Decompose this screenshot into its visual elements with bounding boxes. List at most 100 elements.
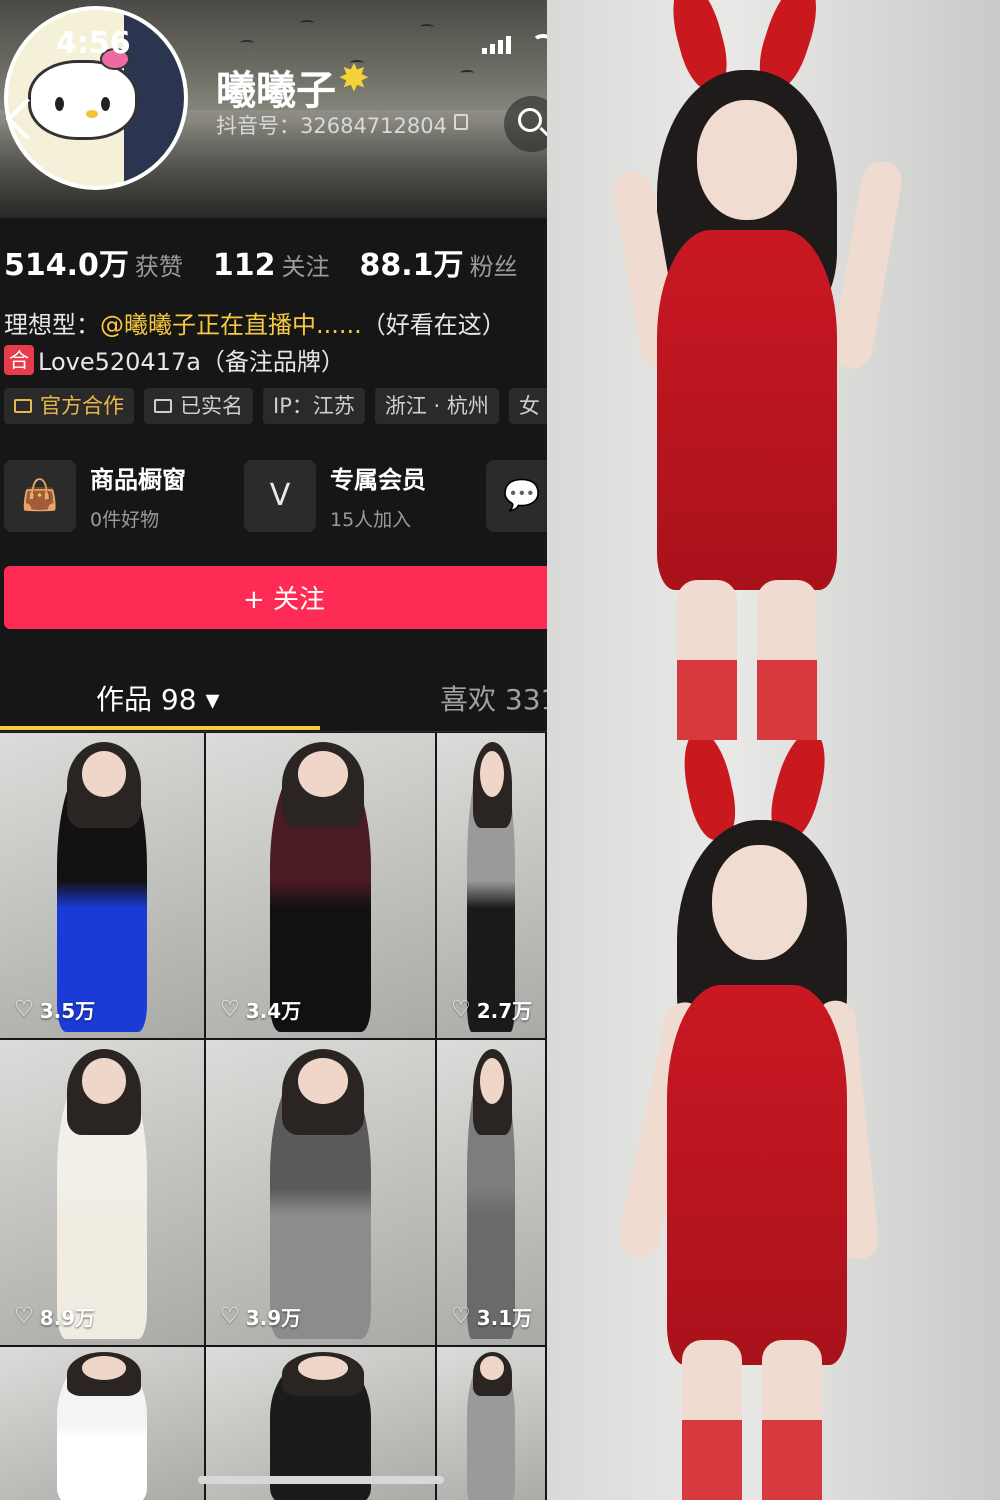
tab-works-label: 作品 98 — [96, 683, 197, 716]
vip-icon: V — [244, 459, 316, 532]
video-thumbnail[interactable]: ♡ 3.5万 — [0, 733, 206, 1040]
thumbnail-likes: ♡ 3.5万 — [14, 995, 95, 1024]
id-card-icon — [154, 399, 172, 413]
video-thumbnail[interactable]: ♡ 3.4万 — [206, 733, 437, 1040]
tag-gender[interactable]: 女 · 2 — [508, 388, 547, 424]
likes-count: 3.4万 — [245, 999, 302, 1023]
profile-screen: 4:56 曦曦子 ✸ 抖音号：32684712804 514.0万 获赞 112… — [0, 0, 547, 1500]
stocking — [677, 660, 737, 740]
profile-tags: 官方合作 已实名 IP：江苏 浙江 · 杭州 女 · 2 — [4, 388, 547, 424]
signal-bar — [490, 44, 495, 54]
tab-divider — [0, 731, 547, 732]
stocking — [682, 1420, 742, 1500]
thumbnail-face — [480, 1356, 504, 1381]
kitty-eye — [101, 97, 110, 111]
douyin-id: 抖音号：32684712804 — [216, 114, 447, 138]
tab-works[interactable]: 作品 98 ▾ — [96, 678, 220, 718]
copy-icon[interactable] — [454, 114, 468, 130]
thumbnail-likes: ♡ 3.4万 — [220, 995, 301, 1024]
status-time: 4:56 — [56, 26, 131, 61]
tag-verified[interactable]: 已实名 — [144, 388, 253, 424]
stocking — [757, 660, 817, 740]
home-indicator[interactable] — [198, 1476, 444, 1484]
bio-line-1: 理想型：@曦曦子正在直播中......（好看在这） — [4, 305, 506, 340]
chat-icon: 💬 — [486, 459, 547, 532]
following-count[interactable]: 112 — [213, 248, 276, 283]
bio-suffix: （好看在这） — [361, 311, 506, 339]
bio-prefix: 理想型： — [4, 311, 100, 339]
tag-label: 官方合作 — [40, 394, 124, 418]
stocking — [762, 1420, 822, 1500]
followers-label: 粉丝 — [469, 253, 518, 281]
thumbnail-face — [480, 1058, 504, 1105]
photo-top — [547, 0, 1000, 740]
bio-line-2: 合 Love520417a（备注品牌） — [4, 342, 345, 377]
chevron-down-icon: ▾ — [205, 683, 220, 716]
thumbnail-face — [81, 751, 127, 798]
heart-icon: ♡ — [220, 997, 240, 1022]
kitty-nose — [86, 110, 98, 118]
thumbnail-face — [297, 1356, 348, 1381]
bird-decoration — [300, 20, 314, 26]
video-thumbnail[interactable]: ♡ 3.9万 — [206, 1040, 437, 1347]
thumbnail-likes: ♡ 2.7万 — [451, 995, 532, 1024]
membership-entry[interactable]: V 专属会员 15人加入 — [244, 458, 426, 533]
heart-icon: ♡ — [451, 997, 471, 1022]
likes-label: 获赞 — [134, 253, 183, 281]
service-text: 商品橱窗 0件好物 — [90, 460, 186, 532]
signal-bar — [498, 40, 503, 54]
video-thumbnail[interactable]: ♡ 8.9万 — [0, 1040, 206, 1347]
video-thumbnail[interactable]: ♡ 3.1万 — [437, 1040, 547, 1347]
signal-icon — [482, 36, 511, 54]
face — [712, 845, 807, 960]
profile-name: 曦曦子 — [216, 68, 336, 114]
likes-count[interactable]: 514.0万 — [4, 240, 129, 284]
heart-icon: ♡ — [14, 997, 34, 1022]
tag-location[interactable]: 浙江 · 杭州 — [374, 388, 499, 424]
likes-count: 8.9万 — [39, 1306, 96, 1330]
tag-official-cooperation[interactable]: 官方合作 — [4, 388, 134, 424]
video-thumbnail[interactable]: ♡ 2.7万 — [437, 733, 547, 1040]
red-dress — [667, 985, 847, 1365]
bio-mention-link[interactable]: @曦曦子正在直播中...... — [100, 311, 362, 339]
avatar-kitty — [28, 60, 138, 140]
cooperation-badge-icon: 合 — [4, 344, 34, 375]
bird-decoration — [420, 24, 434, 30]
likes-count: 3.9万 — [245, 1306, 302, 1330]
tag-label: 已实名 — [180, 394, 243, 418]
followers-count[interactable]: 88.1万 — [360, 240, 464, 284]
thumbnail-likes: ♡ 8.9万 — [14, 1302, 95, 1331]
video-thumbnail[interactable]: ♡ — [437, 1347, 547, 1500]
product-showcase-entry[interactable]: 👜 商品橱窗 0件好物 — [4, 458, 186, 533]
heart-icon: ♡ — [451, 1304, 471, 1329]
service-sub: 0件好物 — [90, 508, 160, 531]
tab-likes[interactable]: 喜欢 331 — [440, 678, 547, 718]
thumbnail-likes: ♡ 3.1万 — [451, 1302, 532, 1331]
wifi-icon — [532, 34, 547, 50]
video-thumbnail[interactable]: ♡ — [0, 1347, 206, 1500]
face — [697, 100, 797, 220]
thumbnail-face — [297, 751, 348, 798]
heart-icon: ♡ — [14, 1304, 34, 1329]
thumbnail-likes: ♡ 3.9万 — [220, 1302, 301, 1331]
signal-bar — [482, 48, 487, 54]
likes-count: 2.7万 — [476, 999, 533, 1023]
kitty-eye — [55, 97, 64, 111]
tag-ip[interactable]: IP：江苏 — [263, 388, 365, 424]
follow-button[interactable]: + 关注 — [4, 566, 547, 629]
service-row: 👜 商品橱窗 0件好物 V 专属会员 15人加入 💬 — [0, 458, 547, 533]
thumbnail-face — [480, 751, 504, 798]
profile-stats: 514.0万 获赞 112 关注 88.1万 粉丝 — [4, 240, 547, 284]
bird-decoration — [240, 40, 254, 46]
group-chat-entry[interactable]: 💬 — [486, 458, 547, 533]
bio-contact: Love520417a（备注品牌） — [38, 348, 345, 376]
heart-icon: ♡ — [220, 1304, 240, 1329]
service-title: 专属会员 — [330, 465, 426, 494]
shopping-bag-icon: 👜 — [4, 459, 76, 532]
service-text: 专属会员 15人加入 — [330, 460, 426, 532]
following-label: 关注 — [281, 253, 330, 281]
search-icon-handle — [539, 126, 547, 137]
thumbnail-face — [81, 1058, 127, 1105]
likes-count: 3.5万 — [39, 999, 96, 1023]
handshake-icon — [14, 399, 32, 413]
